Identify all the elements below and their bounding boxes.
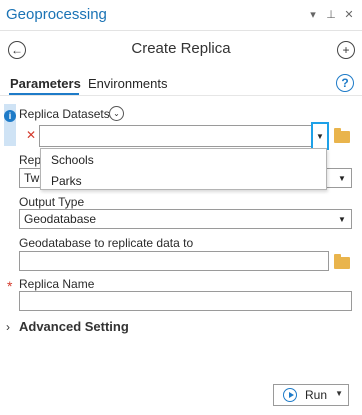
divider bbox=[0, 30, 362, 31]
pane-title-icons: ▾ ⊥ ✕ bbox=[308, 8, 354, 21]
tab-environments[interactable]: Environments bbox=[88, 76, 167, 91]
add-button[interactable]: + bbox=[337, 41, 355, 59]
geodatabase-label: Geodatabase to replicate data to bbox=[19, 236, 194, 250]
chevron-down-icon: ⌄ bbox=[113, 109, 120, 118]
triangle-down-icon[interactable]: ▼ bbox=[335, 389, 343, 398]
plus-icon: + bbox=[342, 43, 350, 57]
replica-name-input[interactable] bbox=[19, 291, 352, 311]
list-item[interactable]: Parks bbox=[51, 174, 82, 188]
geodatabase-input[interactable] bbox=[19, 251, 329, 271]
output-type-select[interactable]: Geodatabase ▼ bbox=[19, 209, 352, 229]
help-button[interactable]: ? bbox=[336, 74, 354, 92]
output-type-value: Geodatabase bbox=[24, 212, 97, 226]
expand-datasets-button[interactable]: ⌄ bbox=[109, 106, 124, 121]
replica-name-label: Replica Name bbox=[19, 277, 95, 291]
triangle-down-icon: ▼ bbox=[316, 131, 324, 141]
close-icon[interactable]: ✕ bbox=[344, 8, 354, 21]
folder-icon[interactable] bbox=[334, 128, 350, 143]
tab-parameters[interactable]: Parameters bbox=[10, 76, 81, 91]
run-button[interactable]: Run ▼ bbox=[273, 384, 349, 406]
chevron-right-icon[interactable]: › bbox=[6, 320, 10, 334]
error-x-icon: ✕ bbox=[26, 128, 37, 142]
replica-type-label: Rep bbox=[19, 153, 42, 167]
folder-icon[interactable] bbox=[334, 254, 350, 269]
replica-type-value: Tw bbox=[24, 171, 40, 185]
triangle-down-icon: ▼ bbox=[338, 214, 346, 224]
pane-titlebar: Geoprocessing ▾ ⊥ ✕ bbox=[0, 0, 362, 30]
pane-title: Geoprocessing bbox=[6, 6, 107, 23]
replica-datasets-label: Replica Datasets bbox=[19, 107, 110, 121]
output-type-label: Output Type bbox=[19, 195, 85, 209]
run-label: Run bbox=[305, 388, 328, 402]
datasets-dropdown-button[interactable]: ▼ bbox=[311, 122, 329, 150]
list-item[interactable]: Schools bbox=[51, 153, 94, 167]
tab-divider bbox=[0, 95, 362, 96]
play-icon bbox=[283, 388, 297, 402]
replica-datasets-combobox[interactable] bbox=[39, 125, 329, 147]
info-icon[interactable]: i bbox=[4, 110, 16, 122]
active-tab-indicator bbox=[9, 93, 79, 95]
datasets-dropdown-list: Schools Parks bbox=[40, 148, 327, 190]
question-icon: ? bbox=[341, 76, 349, 90]
pin-icon[interactable]: ⊥ bbox=[326, 8, 336, 21]
required-marker: * bbox=[7, 278, 13, 294]
dropdown-icon[interactable]: ▾ bbox=[308, 8, 318, 21]
triangle-down-icon: ▼ bbox=[338, 173, 346, 183]
advanced-setting-toggle[interactable]: Advanced Setting bbox=[19, 319, 129, 334]
tool-title: Create Replica bbox=[131, 40, 231, 57]
